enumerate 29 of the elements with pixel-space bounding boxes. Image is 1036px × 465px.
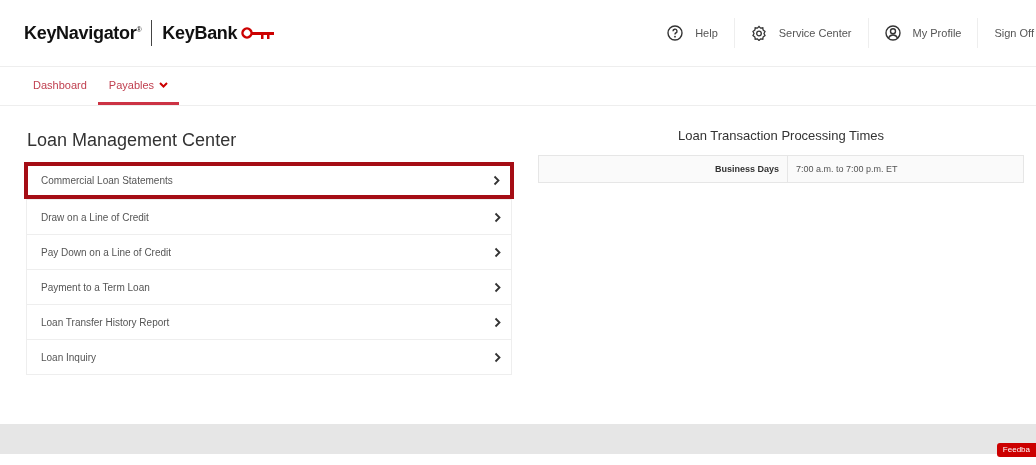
menu-item[interactable]: Pay Down on a Line of Credit: [27, 234, 511, 269]
feedback-tab[interactable]: Feedba: [996, 443, 1036, 457]
chevron-icon: [494, 246, 501, 258]
nav-tab[interactable]: Payables: [97, 67, 180, 105]
product-logo: KeyNavigator$^{®}$: [24, 22, 142, 44]
section-title: Loan Management Center: [27, 130, 238, 151]
table-cell: Business Days: [539, 156, 788, 182]
menu-item[interactable]: Payment to a Term Loan: [27, 269, 511, 304]
help-icon: [667, 25, 684, 41]
header-link[interactable]: My Profile: [868, 25, 978, 41]
chevron-icon: [494, 316, 501, 328]
gear-icon: [750, 25, 767, 41]
menu-item[interactable]: Loan Transfer History Report: [27, 304, 511, 339]
header-link[interactable]: Service Center: [734, 25, 868, 41]
profile-icon: [884, 25, 901, 41]
nav-tab[interactable]: Dashboard: [22, 67, 98, 105]
key-icon: [241, 26, 276, 40]
header-link[interactable]: Sign Off: [978, 27, 1036, 39]
menu-item[interactable]: Draw on a Line of Credit: [27, 199, 511, 234]
header-link[interactable]: Help: [651, 25, 734, 41]
section-title: Loan Transaction Processing Times: [677, 128, 885, 143]
bank-logo: KeyBank: [162, 22, 238, 44]
menu-item[interactable]: Commercial Loan Statements: [24, 162, 514, 199]
chevron-icon: [493, 175, 500, 186]
chevron-icon: [494, 211, 501, 223]
menu-item[interactable]: Loan Inquiry: [27, 339, 511, 374]
chevron-icon: [494, 281, 501, 293]
chevron-icon: [494, 351, 501, 363]
table-cell-text: 7:00 a.m. to 7:00 p.m. ET: [795, 164, 898, 174]
